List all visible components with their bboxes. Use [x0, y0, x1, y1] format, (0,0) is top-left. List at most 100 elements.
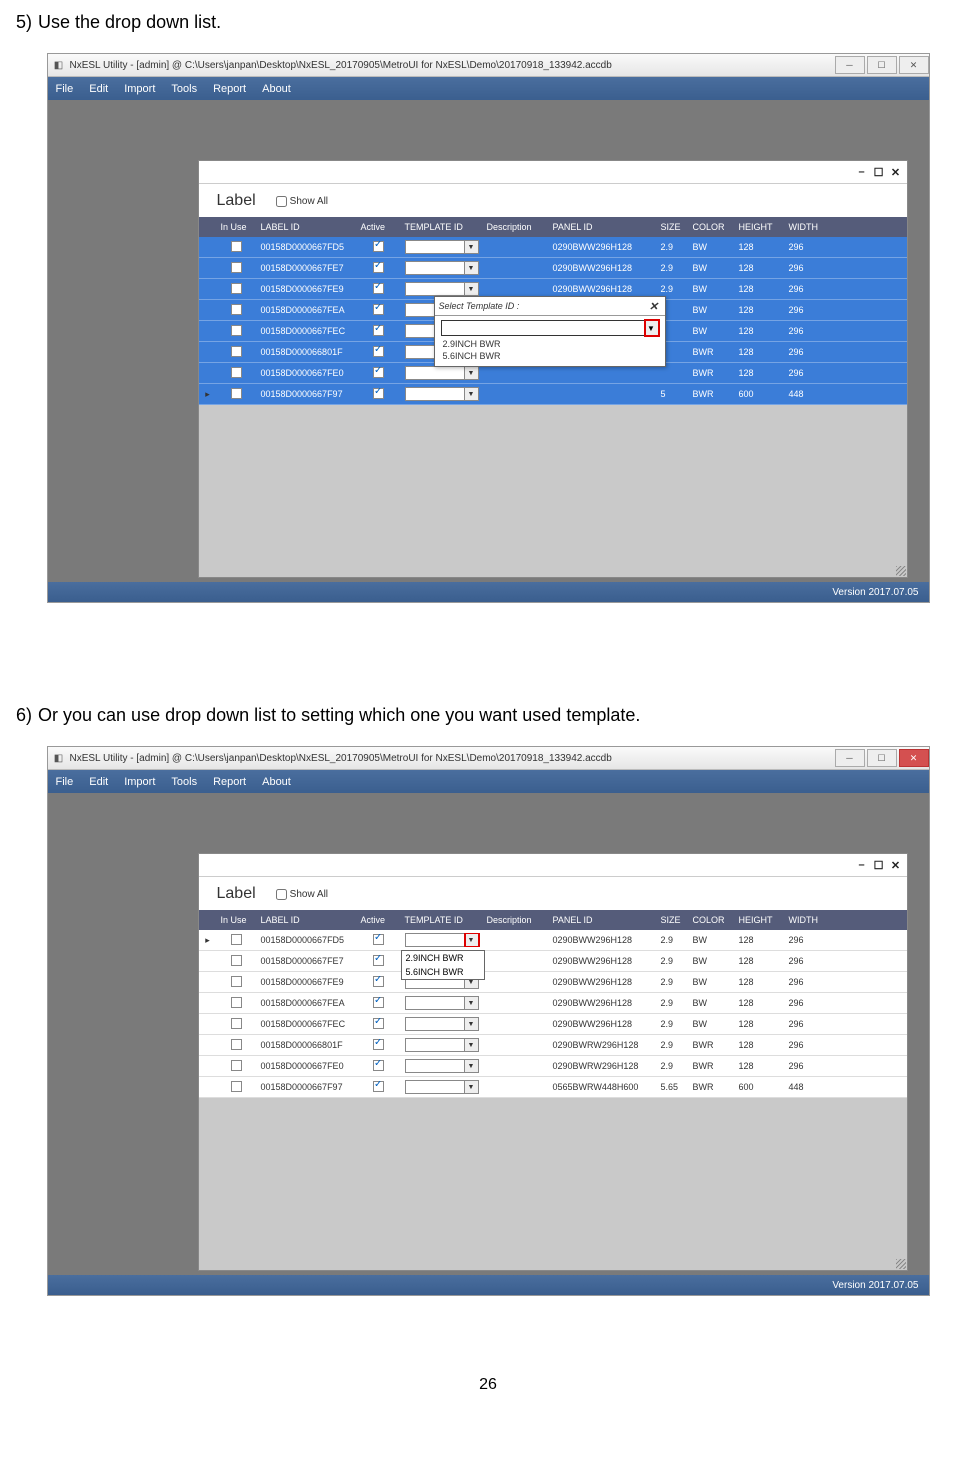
template-input[interactable] — [405, 1038, 465, 1052]
table-row[interactable]: 00158D0000667FE7▼0290BWW296H1282.9BW1282… — [199, 258, 907, 279]
close-button[interactable]: ✕ — [899, 56, 929, 74]
template-input[interactable] — [405, 933, 465, 947]
template-input[interactable] — [405, 282, 465, 296]
template-dropdown-button[interactable]: ▼ — [465, 1080, 479, 1094]
inline-dropdown: 2.9INCH BWR 5.6INCH BWR — [401, 950, 485, 980]
menu-tools[interactable]: Tools — [171, 776, 197, 788]
version-text: Version 2017.07.05 — [832, 1280, 918, 1291]
page-number: 26 — [16, 1376, 960, 1394]
template-dropdown-button[interactable]: ▼ — [465, 933, 479, 947]
menu-tools[interactable]: Tools — [171, 83, 197, 95]
table-row[interactable]: 00158D0000667FE0▼0290BWRW296H1282.9BWR12… — [199, 1056, 907, 1077]
template-input[interactable] — [405, 996, 465, 1010]
app-window-1: ◧ NxESL Utility - [admin] @ C:\Users\jan… — [47, 53, 930, 603]
app-icon: ◧ — [52, 58, 66, 72]
window-title: NxESL Utility - [admin] @ C:\Users\janpa… — [70, 753, 833, 764]
panel-maximize-icon[interactable]: ☐ — [872, 858, 886, 872]
label-panel: – ☐ ✕ Label Show All In Use LABEL ID Act… — [198, 853, 908, 1271]
template-dropdown-button[interactable]: ▼ — [465, 387, 479, 401]
table-row[interactable]: 00158D0000667F97▼0565BWRW448H6005.65BWR6… — [199, 1077, 907, 1098]
panel-maximize-icon[interactable]: ☐ — [872, 165, 886, 179]
template-dropdown-button[interactable]: ▼ — [465, 282, 479, 296]
show-all-checkbox[interactable]: Show All — [272, 193, 328, 210]
minimize-button[interactable]: ─ — [835, 749, 865, 767]
panel-header: Label Show All — [199, 877, 907, 912]
menu-about[interactable]: About — [262, 776, 291, 788]
dropdown-option[interactable]: 5.6INCH BWR — [402, 965, 484, 979]
menu-file[interactable]: File — [56, 776, 74, 788]
resize-grip-icon[interactable] — [896, 1259, 906, 1269]
dropdown-list: 2.9INCH BWR 5.6INCH BWR — [441, 338, 659, 362]
menu-about[interactable]: About — [262, 83, 291, 95]
grid-header: In Use LABEL ID Active TEMPLATE ID Descr… — [199, 217, 907, 237]
template-input[interactable] — [405, 261, 465, 275]
dropdown-option[interactable]: 2.9INCH BWR — [441, 338, 659, 350]
template-dropdown-button[interactable]: ▼ — [465, 261, 479, 275]
work-area: – ☐ ✕ Label Show All In Use LABEL ID Act… — [48, 100, 929, 582]
table-row[interactable]: 00158D0000667FD5▼0290BWW296H1282.9BW1282… — [199, 237, 907, 258]
window-title: NxESL Utility - [admin] @ C:\Users\janpa… — [70, 60, 833, 71]
show-all-checkbox[interactable]: Show All — [272, 886, 328, 903]
panel-minimize-icon[interactable]: – — [855, 165, 869, 179]
select-template-dialog: Select Template ID : ✕ ▼ 2.9INCH BWR 5.6… — [434, 296, 666, 367]
step-5-heading: 5)Use the drop down list. — [16, 12, 960, 33]
template-dropdown-button[interactable]: ▼ — [465, 1017, 479, 1031]
dropdown-option[interactable]: 2.9INCH BWR — [402, 951, 484, 965]
template-input[interactable] — [405, 1059, 465, 1073]
version-text: Version 2017.07.05 — [832, 587, 918, 598]
template-dropdown-button[interactable]: ▼ — [465, 1038, 479, 1052]
template-input[interactable] — [405, 1017, 465, 1031]
app-icon: ◧ — [52, 751, 66, 765]
template-dropdown-button[interactable]: ▼ — [465, 240, 479, 254]
maximize-button[interactable]: ☐ — [867, 749, 897, 767]
data-grid: In Use LABEL ID Active TEMPLATE ID Descr… — [199, 910, 907, 1098]
menu-edit[interactable]: Edit — [89, 776, 108, 788]
panel-header: Label Show All — [199, 184, 907, 219]
menu-import[interactable]: Import — [124, 776, 155, 788]
close-button[interactable]: ✕ — [899, 749, 929, 767]
statusbar: Version 2017.07.05 — [48, 1275, 929, 1295]
table-row[interactable]: 00158D0000667FE9▼0290BWW296H1282.9BW1282… — [199, 972, 907, 993]
statusbar: Version 2017.07.05 — [48, 582, 929, 602]
titlebar: ◧ NxESL Utility - [admin] @ C:\Users\jan… — [48, 747, 929, 770]
menu-report[interactable]: Report — [213, 776, 246, 788]
table-row[interactable]: 00158D0000667FE7▼0290BWW296H1282.9BW1282… — [199, 951, 907, 972]
dialog-close-icon[interactable]: ✕ — [647, 299, 661, 313]
panel-titlebar: – ☐ ✕ — [199, 854, 907, 877]
dialog-title-text: Select Template ID : — [439, 301, 520, 311]
table-row[interactable]: ▸00158D0000667FD5▼0290BWW296H1282.9BW128… — [199, 930, 907, 951]
menu-import[interactable]: Import — [124, 83, 155, 95]
maximize-button[interactable]: ☐ — [867, 56, 897, 74]
template-dropdown-button[interactable]: ▼ — [465, 996, 479, 1010]
menu-file[interactable]: File — [56, 83, 74, 95]
titlebar: ◧ NxESL Utility - [admin] @ C:\Users\jan… — [48, 54, 929, 77]
minimize-button[interactable]: ─ — [835, 56, 865, 74]
panel-title: Label — [217, 192, 256, 210]
panel-title: Label — [217, 885, 256, 903]
template-input[interactable] — [405, 366, 465, 380]
panel-close-icon[interactable]: ✕ — [889, 165, 903, 179]
template-input[interactable] — [405, 1080, 465, 1094]
dropdown-button[interactable]: ▼ — [645, 320, 659, 336]
menu-edit[interactable]: Edit — [89, 83, 108, 95]
table-row[interactable]: ▸00158D0000667F97▼5BWR600448 — [199, 384, 907, 405]
table-row[interactable]: 00158D000066801F▼0290BWRW296H1282.9BWR12… — [199, 1035, 907, 1056]
panel-close-icon[interactable]: ✕ — [889, 858, 903, 872]
work-area: – ☐ ✕ Label Show All In Use LABEL ID Act… — [48, 793, 929, 1275]
menu-report[interactable]: Report — [213, 83, 246, 95]
menubar: File Edit Import Tools Report About — [48, 770, 929, 794]
template-dropdown-button[interactable]: ▼ — [465, 366, 479, 380]
table-row[interactable]: 00158D0000667FEC▼0290BWW296H1282.9BW1282… — [199, 1014, 907, 1035]
template-dropdown-button[interactable]: ▼ — [465, 1059, 479, 1073]
template-input[interactable] — [405, 387, 465, 401]
panel-minimize-icon[interactable]: – — [855, 858, 869, 872]
template-input[interactable] — [405, 240, 465, 254]
step-6-heading: 6)Or you can use drop down list to setti… — [16, 705, 960, 726]
resize-grip-icon[interactable] — [896, 566, 906, 576]
label-panel: – ☐ ✕ Label Show All In Use LABEL ID Act… — [198, 160, 908, 578]
dropdown-option[interactable]: 5.6INCH BWR — [441, 350, 659, 362]
grid-header: In Use LABEL ID Active TEMPLATE ID Descr… — [199, 910, 907, 930]
template-id-input[interactable] — [441, 320, 645, 336]
app-window-2: ◧ NxESL Utility - [admin] @ C:\Users\jan… — [47, 746, 930, 1296]
table-row[interactable]: 00158D0000667FEA▼0290BWW296H1282.9BW1282… — [199, 993, 907, 1014]
